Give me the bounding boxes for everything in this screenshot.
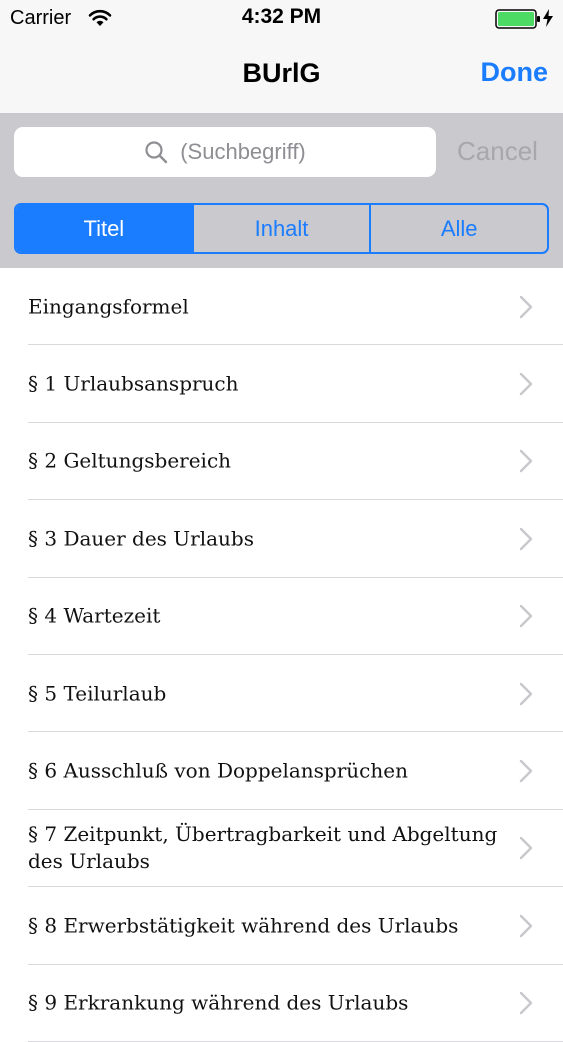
list-item-label: § 9 Erkrankung während des Urlaubs xyxy=(28,990,409,1015)
chevron-right-icon xyxy=(519,527,533,551)
chevron-right-icon xyxy=(519,836,533,860)
segment-titel[interactable]: Titel xyxy=(16,205,192,252)
segment-inhalt[interactable]: Inhalt xyxy=(191,205,370,252)
list-item[interactable]: § 1 Urlaubsanspruch xyxy=(0,345,563,424)
search-placeholder: (Suchbegriff) xyxy=(180,139,306,164)
chevron-right-icon xyxy=(519,682,533,706)
scope-segmented-control: Titel Inhalt Alle xyxy=(14,203,549,254)
list-item[interactable]: Eingangsformel xyxy=(0,268,563,346)
list-item-label: § 5 Teilurlaub xyxy=(28,681,167,706)
search-area: (Suchbegriff) Cancel Titel Inhalt Alle xyxy=(0,114,563,268)
chevron-right-icon xyxy=(519,759,533,783)
page-title: BUrlG xyxy=(242,58,321,88)
list-item[interactable]: § 5 Teilurlaub xyxy=(0,655,563,733)
list-item-label: Eingangsformel xyxy=(28,294,189,319)
charging-bolt-icon xyxy=(542,8,554,33)
list-item[interactable]: § 4 Wartezeit xyxy=(0,578,563,656)
done-button[interactable]: Done xyxy=(481,57,549,88)
list-item-label: § 1 Urlaubsanspruch xyxy=(28,371,239,396)
status-bar: Carrier 4:32 PM xyxy=(0,0,563,38)
list-item[interactable]: § 9 Erkrankung während des Urlaubs xyxy=(0,965,563,1042)
chevron-right-icon xyxy=(519,604,533,628)
list-item-label: § 2 Geltungsbereich xyxy=(28,448,232,473)
list-item[interactable]: § 6 Ausschluß von Doppelansprüchen xyxy=(0,732,563,811)
list-item-label: § 3 Dauer des Urlaubs xyxy=(28,526,254,551)
list-item[interactable]: § 3 Dauer des Urlaubs xyxy=(0,500,563,578)
list-item[interactable]: § 7 Zeitpunkt, Übertragbarkeit und Abgel… xyxy=(0,810,563,888)
list-item-label: § 4 Wartezeit xyxy=(28,603,161,628)
battery-icon xyxy=(495,9,541,34)
chevron-right-icon xyxy=(519,914,533,938)
list-item[interactable]: § 8 Erwerbstätigkeit während des Urlaubs xyxy=(0,887,563,965)
chevron-right-icon xyxy=(519,449,533,473)
chevron-right-icon xyxy=(519,295,533,319)
list-item-label: § 7 Zeitpunkt, Übertragbarkeit und Abgel… xyxy=(28,822,498,874)
list-item-label: § 8 Erwerbstätigkeit während des Urlaubs xyxy=(28,913,459,938)
search-input[interactable]: (Suchbegriff) xyxy=(14,127,436,177)
list-item-label: § 6 Ausschluß von Doppelansprüchen xyxy=(28,758,408,783)
chevron-right-icon xyxy=(519,991,533,1015)
navigation-bar: BUrlG Done xyxy=(0,38,563,114)
segment-alle[interactable]: Alle xyxy=(369,205,547,252)
clock: 4:32 PM xyxy=(241,5,322,28)
cancel-button[interactable]: Cancel xyxy=(457,136,538,167)
section-list: Eingangsformel § 1 Urlaubsanspruch § 2 G… xyxy=(0,268,563,1042)
list-item[interactable]: § 2 Geltungsbereich xyxy=(0,423,563,501)
search-icon xyxy=(144,140,168,164)
chevron-right-icon xyxy=(519,372,533,396)
